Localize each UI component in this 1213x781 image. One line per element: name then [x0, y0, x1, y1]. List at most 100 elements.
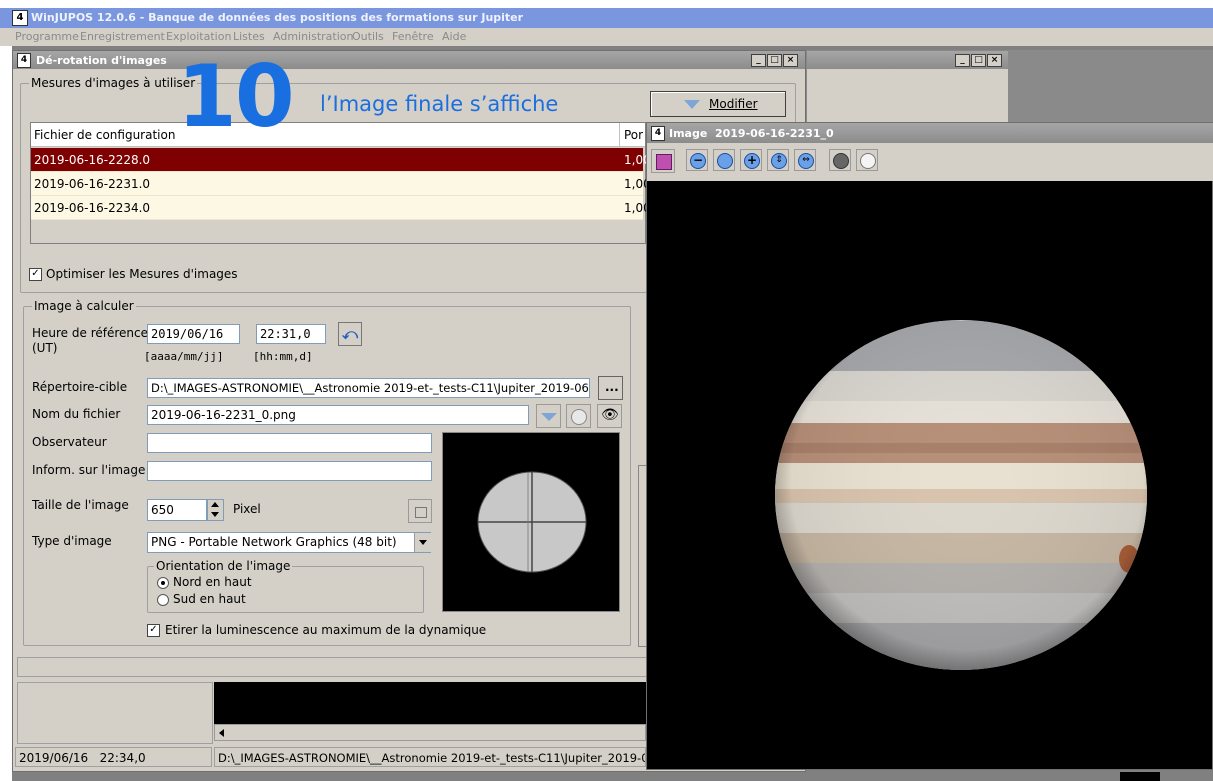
- derotation-icon: 4: [17, 53, 31, 68]
- zoom-out-button[interactable]: −: [686, 149, 708, 171]
- orientation-label: Orientation de l'image: [154, 559, 293, 573]
- filename-label: Nom du fichier: [32, 407, 121, 421]
- derotation-title: Dé-rotation d'images: [36, 54, 167, 67]
- observer-input[interactable]: [147, 433, 432, 453]
- type-label: Type d'image: [32, 534, 112, 548]
- menu-item-administration[interactable]: Administration: [273, 30, 354, 43]
- derotation-minimize-button[interactable]: _: [751, 54, 766, 67]
- compute-group-label: Image à calculer: [32, 299, 136, 313]
- horizontal-scrollbar[interactable]: [214, 724, 646, 741]
- menu-item-enregistrement[interactable]: Enregistrement: [80, 30, 165, 43]
- size-input[interactable]: 650: [147, 499, 207, 521]
- time-input[interactable]: 22:31,0: [256, 324, 326, 344]
- time-hint: [hh:mm,d]: [253, 350, 313, 363]
- menu-item-fenetre[interactable]: Fenêtre: [392, 30, 434, 43]
- light-background-button[interactable]: [856, 149, 878, 171]
- bg-minimize-button[interactable]: _: [955, 54, 970, 67]
- table-row[interactable]: 2019-06-16-2234.0 1,00: [31, 196, 651, 220]
- lock-icon: [415, 507, 427, 518]
- row-file: 2019-06-16-2231.0: [34, 177, 151, 191]
- target-dir-input[interactable]: D:\_IMAGES-ASTRONOMIE\__Astronomie 2019-…: [147, 378, 590, 398]
- bg-maximize-button[interactable]: □: [971, 54, 986, 67]
- derotation-close-button[interactable]: ×: [783, 54, 798, 67]
- undo-arrow-icon: ⤺: [342, 325, 359, 343]
- fit-vertical-button[interactable]: ⇕: [767, 149, 789, 171]
- size-unit: Pixel: [233, 502, 261, 516]
- dark-circle-icon: [833, 153, 849, 169]
- step-caption-annotation: l’Image finale s’affiche: [320, 92, 559, 116]
- zoom-fit-button[interactable]: [713, 149, 735, 171]
- menu-item-exploitation[interactable]: Exploitation: [166, 30, 231, 43]
- stepper-up-icon: [211, 502, 219, 507]
- date-input[interactable]: 2019/06/16: [147, 324, 240, 344]
- measures-group-label: Mesures d'images à utiliser: [29, 76, 198, 90]
- date-hint: [aaaa/mm/jj]: [144, 350, 224, 363]
- info-input[interactable]: [147, 461, 432, 481]
- stepper-down-icon: [211, 512, 219, 517]
- bg-close-button[interactable]: ×: [987, 54, 1002, 67]
- modify-button[interactable]: Modifier: [650, 91, 786, 117]
- south-up-radio[interactable]: [157, 594, 169, 606]
- scroll-left-icon: [219, 729, 224, 737]
- chevron-down-icon: [684, 100, 700, 109]
- preview-thumbnail: [442, 432, 620, 612]
- target-dir-label: Répertoire-cible: [32, 380, 128, 394]
- browse-button[interactable]: ...: [598, 376, 623, 400]
- statusbar-path-text: D:\_IMAGES-ASTRONOMIE\__Astronomie 2019-…: [218, 751, 646, 765]
- preview-button[interactable]: 👁: [597, 404, 622, 428]
- jupiter-image: [647, 181, 1212, 769]
- step-number-annotation: 10: [177, 47, 295, 147]
- app-icon: 4: [12, 10, 28, 26]
- menu-item-listes[interactable]: Listes: [233, 30, 265, 43]
- lock-button[interactable]: [408, 499, 432, 523]
- fit-horizontal-button[interactable]: ⇔: [794, 149, 816, 171]
- type-select[interactable]: PNG - Portable Network Graphics (48 bit): [147, 532, 431, 553]
- zoom-in-button[interactable]: +: [740, 149, 762, 171]
- type-select-arrow[interactable]: [414, 533, 432, 552]
- menu-item-programme[interactable]: Programme: [15, 30, 79, 43]
- save-button[interactable]: [651, 149, 675, 173]
- reset-time-button[interactable]: ⤺: [338, 322, 362, 346]
- fit-horizontal-icon: ⇔: [798, 153, 814, 169]
- mdi-left-margin: [0, 46, 12, 781]
- statusbar-path: D:\_IMAGES-ASTRONOMIE\__Astronomie 2019-…: [214, 747, 646, 767]
- derotation-maximize-button[interactable]: □: [767, 54, 782, 67]
- north-up-label: Nord en haut: [173, 575, 252, 589]
- filename-input[interactable]: 2019-06-16-2231_0.png: [147, 405, 529, 425]
- eye-icon: 👁: [601, 407, 619, 423]
- filename-dropdown-button[interactable]: [536, 404, 561, 428]
- image-window-title: Image 2019-06-16-2231_0: [669, 127, 834, 140]
- browse-button-label: ...: [605, 380, 619, 394]
- stretch-checkbox[interactable]: ✓: [147, 624, 160, 637]
- row-file: 2019-06-16-2234.0: [34, 201, 151, 215]
- table-header-por: Por: [620, 123, 645, 147]
- north-up-radio[interactable]: [157, 577, 169, 589]
- size-stepper[interactable]: [207, 499, 224, 521]
- table-header-config: Fichier de configuration: [31, 123, 620, 147]
- ref-time-label: Heure de référence: [32, 326, 148, 340]
- app-title: WinJUPOS 12.0.6 - Banque de données des …: [31, 11, 524, 24]
- statusbar-datetime-text: 2019/06/16 22:34,0: [19, 751, 146, 765]
- info-label: Inform. sur l'image: [32, 463, 146, 477]
- optimize-checkbox[interactable]: ✓: [29, 268, 42, 281]
- table-row[interactable]: 2019-06-16-2231.0 1,00: [31, 172, 651, 196]
- progress-bar: [17, 657, 647, 677]
- log-panel: [214, 682, 646, 724]
- planet-diagram-icon: [477, 471, 587, 573]
- header-config-label: Fichier de configuration: [34, 128, 176, 142]
- row-file: 2019-06-16-2228.0: [34, 153, 151, 167]
- fit-vertical-icon: ⇕: [771, 153, 787, 169]
- size-label: Taille de l'image: [32, 498, 129, 512]
- chevron-down-icon: [541, 413, 557, 421]
- optimize-label: Optimiser les Mesures d'images: [46, 267, 238, 281]
- bottom-right-fragment: [1120, 772, 1160, 781]
- menu-item-aide[interactable]: Aide: [442, 30, 466, 43]
- ref-time-label-ut: (UT): [32, 341, 58, 355]
- dark-background-button[interactable]: [829, 149, 851, 171]
- clock-button[interactable]: [566, 404, 591, 428]
- menu-item-outils[interactable]: Outils: [352, 30, 384, 43]
- background-right-panel: [1008, 50, 1213, 122]
- stretch-label: Etirer la luminescence au maximum de la …: [165, 623, 487, 637]
- table-row[interactable]: 2019-06-16-2228.0 1,00: [31, 148, 651, 172]
- clock-icon: [571, 409, 587, 425]
